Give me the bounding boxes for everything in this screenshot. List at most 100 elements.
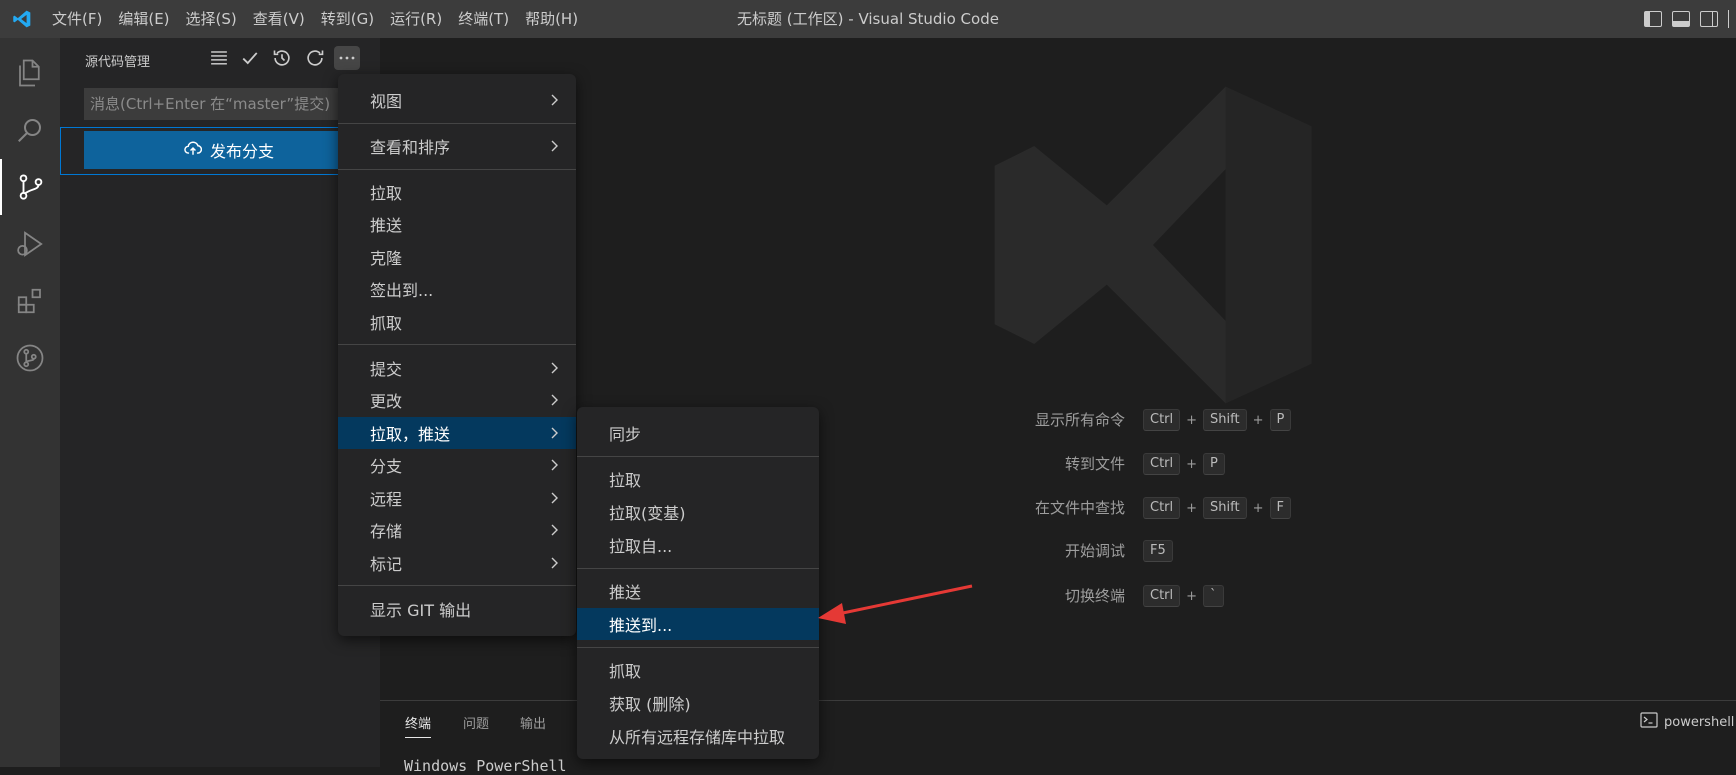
menu-item[interactable]: 标记 bbox=[338, 547, 576, 579]
more-actions-icon[interactable] bbox=[334, 46, 360, 70]
menu-item-label: 推送 bbox=[370, 216, 403, 235]
shortcut-label: 开始调试 bbox=[1064, 542, 1125, 560]
chevron-right-icon bbox=[551, 492, 558, 504]
menu-item-label: 提交 bbox=[370, 360, 403, 379]
menu-item[interactable]: 签出到... bbox=[338, 273, 576, 305]
extensions-icon[interactable] bbox=[0, 273, 60, 329]
toggle-primary-sidebar-icon[interactable] bbox=[1644, 11, 1662, 27]
tab-terminal[interactable]: 终端 bbox=[405, 713, 432, 738]
keybinding-key: Ctrl bbox=[1143, 497, 1181, 519]
menu-item[interactable]: 存储 bbox=[338, 514, 576, 546]
shortcut-keys: Ctrl + Shift + F bbox=[1143, 495, 1291, 521]
menu-item-label: 分支 bbox=[370, 457, 403, 476]
menu-separator bbox=[577, 456, 819, 457]
commit-message-input[interactable] bbox=[84, 88, 374, 120]
tab-output[interactable]: 输出 bbox=[520, 713, 546, 732]
shortcut-keys: Ctrl + ` bbox=[1143, 583, 1224, 609]
menu-item[interactable]: 文件(F) bbox=[44, 0, 110, 38]
menu-item[interactable]: 克隆 bbox=[338, 241, 576, 273]
menu-item[interactable]: 分支 bbox=[338, 449, 576, 481]
keybinding-key: Ctrl bbox=[1143, 585, 1181, 607]
shortcut-keys: Ctrl + P bbox=[1143, 451, 1225, 477]
menu-item[interactable]: 推送 bbox=[338, 208, 576, 240]
keybinding-key: Ctrl bbox=[1143, 453, 1181, 475]
menu-item[interactable]: 显示 GIT 输出 bbox=[338, 593, 576, 625]
keybinding-key: F bbox=[1269, 497, 1291, 519]
submenu-item[interactable]: 拉取自... bbox=[577, 529, 819, 561]
view-title: 源代码管理 bbox=[85, 55, 151, 70]
source-control-view: 源代码管理 发布分支 bbox=[60, 38, 380, 767]
key-plus: + bbox=[1186, 500, 1198, 516]
menu-item[interactable]: 终端(T) bbox=[450, 0, 517, 38]
terminal-profile-label: powershell bbox=[1664, 714, 1735, 730]
chevron-right-icon bbox=[551, 362, 558, 374]
search-icon[interactable] bbox=[0, 102, 60, 158]
menu-item-label: 签出到... bbox=[370, 281, 434, 300]
history-icon[interactable] bbox=[270, 46, 294, 70]
vscode-logo-icon bbox=[0, 0, 44, 38]
menu-item-label: 标记 bbox=[370, 555, 403, 574]
view-as-tree-icon[interactable] bbox=[207, 46, 231, 70]
terminal-profile[interactable]: powershell bbox=[1640, 712, 1734, 732]
key-plus: + bbox=[1186, 412, 1198, 428]
shortcut-keys: Ctrl + Shift + P bbox=[1143, 407, 1292, 433]
keybinding-key: Shift bbox=[1203, 409, 1247, 431]
menu-item-label: 远程 bbox=[370, 490, 403, 509]
menu-item[interactable]: 选择(S) bbox=[178, 0, 245, 38]
submenu-item-label: 推送到... bbox=[609, 616, 673, 635]
customize-layout-icon[interactable] bbox=[1728, 10, 1732, 28]
menu-item[interactable]: 抓取 bbox=[338, 306, 576, 338]
submenu-item-label: 拉取(变基) bbox=[609, 504, 686, 523]
chevron-right-icon bbox=[551, 459, 558, 471]
menu-item[interactable]: 拉取 bbox=[338, 176, 576, 208]
pull-push-submenu: 同步拉取拉取(变基) 拉取自... 推送推送到... 抓取获取 (删除) 从所有远程存储… bbox=[577, 407, 819, 759]
menu-separator bbox=[338, 169, 576, 170]
submenu-item[interactable]: 拉取(变基) bbox=[577, 496, 819, 528]
submenu-item[interactable]: 推送 bbox=[577, 575, 819, 607]
menu-item-label: 拉取 bbox=[370, 184, 403, 203]
keybinding-key: Ctrl bbox=[1143, 409, 1181, 431]
submenu-item[interactable]: 获取 (删除) bbox=[577, 687, 819, 719]
submenu-item-label: 抓取 bbox=[609, 662, 642, 681]
publish-branch-button[interactable]: 发布分支 bbox=[84, 131, 374, 169]
toggle-panel-icon[interactable] bbox=[1672, 11, 1690, 27]
menu-item[interactable]: 视图 bbox=[338, 84, 576, 116]
menu-item[interactable]: 运行(R) bbox=[382, 0, 450, 38]
menu-item[interactable]: 提交 bbox=[338, 352, 576, 384]
keybinding-key: ` bbox=[1203, 585, 1224, 607]
menu-item[interactable]: 更改 bbox=[338, 384, 576, 416]
menu-item[interactable]: 编辑(E) bbox=[110, 0, 177, 38]
tab-problems[interactable]: 问题 bbox=[463, 713, 489, 732]
terminal-output[interactable]: Windows PowerShell bbox=[404, 757, 567, 775]
submenu-item[interactable]: 从所有远程存储库中拉取 bbox=[577, 720, 819, 752]
cloud-upload-icon bbox=[184, 139, 203, 161]
refresh-icon[interactable] bbox=[303, 46, 327, 70]
menu-item[interactable]: 查看和排序 bbox=[338, 130, 576, 162]
menu-item[interactable]: 查看(V) bbox=[245, 0, 313, 38]
menu-item[interactable]: 转到(G) bbox=[313, 0, 382, 38]
shortcut-label: 转到文件 bbox=[1064, 455, 1125, 473]
commit-check-icon[interactable] bbox=[238, 46, 262, 70]
key-plus: + bbox=[1252, 412, 1264, 428]
submenu-item[interactable]: 抓取 bbox=[577, 654, 819, 686]
git-graph-icon[interactable] bbox=[0, 330, 60, 386]
chevron-right-icon bbox=[551, 140, 558, 152]
title-bar: 文件(F) 编辑(E) 选择(S) 查看(V) 转到(G) 运行(R) 终端(T) 帮助(H)… bbox=[0, 0, 1736, 38]
submenu-item-label: 从所有远程存储库中拉取 bbox=[609, 728, 786, 747]
submenu-item[interactable]: 同步 bbox=[577, 417, 819, 449]
run-debug-icon[interactable] bbox=[0, 216, 60, 272]
submenu-item-label: 拉取 bbox=[609, 471, 642, 490]
menu-item[interactable]: 帮助(H) bbox=[517, 0, 586, 38]
menu-item[interactable]: 拉取，推送 bbox=[338, 417, 576, 449]
vscode-watermark-icon bbox=[988, 80, 1318, 410]
source-control-icon[interactable] bbox=[0, 159, 60, 215]
toggle-secondary-sidebar-icon[interactable] bbox=[1700, 11, 1718, 27]
submenu-item-label: 推送 bbox=[609, 583, 642, 602]
explorer-icon[interactable] bbox=[0, 45, 60, 101]
keybinding-key: P bbox=[1203, 453, 1225, 475]
submenu-item[interactable]: 拉取 bbox=[577, 463, 819, 495]
activity-bar bbox=[0, 38, 60, 767]
submenu-item[interactable]: 推送到... bbox=[577, 608, 819, 640]
menu-separator bbox=[338, 585, 576, 586]
menu-item[interactable]: 远程 bbox=[338, 482, 576, 514]
